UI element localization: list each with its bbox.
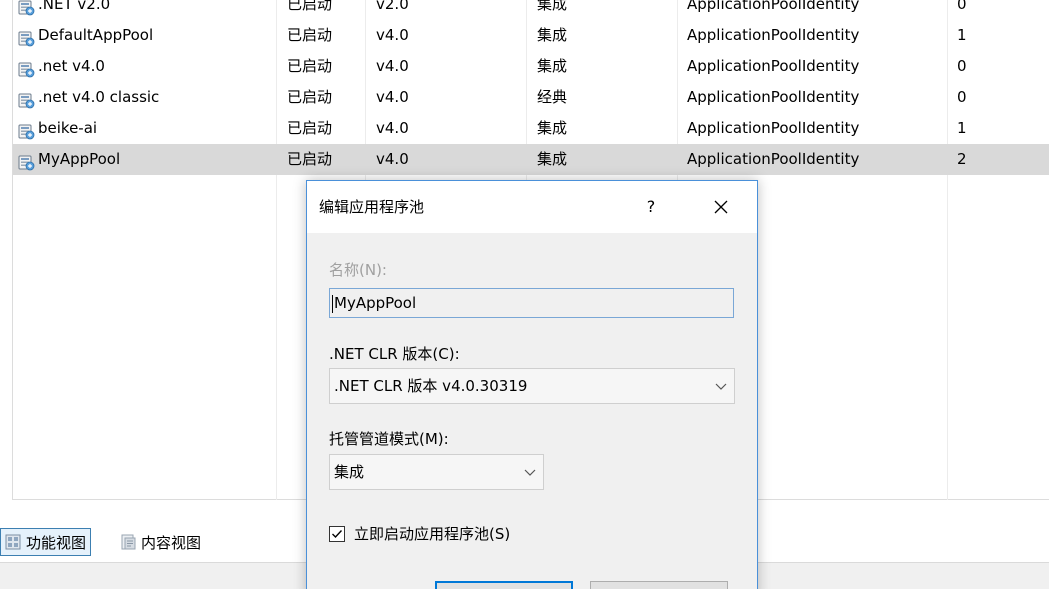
name-label: 名称(N):: [329, 261, 387, 279]
pool-identity: ApplicationPoolIdentity: [687, 150, 860, 168]
pool-name-cell: .net v4.0 classic: [17, 82, 277, 113]
pool-app-count: 2: [957, 150, 967, 168]
pool-pipeline-mode: 集成: [537, 26, 568, 44]
pool-pipeline-mode: 集成: [537, 57, 568, 75]
pool-name: MyAppPool: [38, 150, 121, 168]
pool-name-cell: MyAppPool: [17, 144, 277, 175]
pipeline-mode-value: 集成: [334, 463, 365, 481]
start-immediately-label: 立即启动应用程序池(S): [354, 525, 511, 543]
clr-version-label: .NET CLR 版本(C):: [329, 345, 460, 363]
text-caret: [332, 294, 333, 313]
table-row[interactable]: .NET v2.0 已启动 v2.0 集成 ApplicationPoolIde…: [13, 0, 1049, 20]
pool-status: 已启动: [287, 57, 333, 75]
features-view-icon: [5, 534, 21, 550]
pipeline-mode-select[interactable]: 集成: [329, 454, 544, 490]
app-pool-icon: [17, 0, 35, 15]
close-button[interactable]: [701, 191, 741, 223]
pool-pipeline-mode: 集成: [537, 119, 568, 137]
pool-name-cell: DefaultAppPool: [17, 20, 277, 51]
table-row[interactable]: .net v4.0 classic 已启动 v4.0 经典 Applicatio…: [13, 82, 1049, 113]
clr-version-select[interactable]: .NET CLR 版本 v4.0.30319: [329, 368, 735, 404]
close-icon: [714, 200, 728, 214]
table-row[interactable]: MyAppPool 已启动 v4.0 集成 ApplicationPoolIde…: [13, 144, 1049, 175]
pool-name-cell: beike-ai: [17, 113, 277, 144]
start-immediately-option[interactable]: 立即启动应用程序池(S): [329, 523, 510, 544]
pool-status: 已启动: [287, 0, 333, 13]
table-row[interactable]: beike-ai 已启动 v4.0 集成 ApplicationPoolIden…: [13, 113, 1049, 144]
pool-name-cell: .NET v2.0: [17, 0, 277, 20]
app-pool-icon: [17, 120, 35, 139]
pool-name: beike-ai: [38, 119, 98, 137]
pool-pipeline-mode: 集成: [537, 150, 568, 168]
pool-name: .net v4.0: [38, 57, 105, 75]
pool-status: 已启动: [287, 119, 333, 137]
pool-identity: ApplicationPoolIdentity: [687, 57, 860, 75]
pool-clr-version: v4.0: [376, 88, 409, 106]
name-value: MyAppPool: [334, 294, 417, 312]
pool-clr-version: v4.0: [376, 26, 409, 44]
pool-app-count: 1: [957, 119, 967, 137]
clr-version-value: .NET CLR 版本 v4.0.30319: [334, 377, 528, 395]
pool-app-count: 0: [957, 0, 967, 13]
pool-status: 已启动: [287, 26, 333, 44]
pool-status: 已启动: [287, 150, 333, 168]
table-row[interactable]: .net v4.0 已启动 v4.0 集成 ApplicationPoolIde…: [13, 51, 1049, 82]
features-view-button[interactable]: 功能视图: [0, 528, 92, 556]
cancel-button[interactable]: [590, 581, 728, 589]
app-pool-icon: [17, 27, 35, 46]
start-immediately-checkbox[interactable]: [329, 525, 345, 542]
table-row[interactable]: DefaultAppPool 已启动 v4.0 集成 ApplicationPo…: [13, 20, 1049, 51]
pool-name: .NET v2.0: [38, 0, 111, 13]
help-button[interactable]: ?: [631, 191, 671, 223]
dialog-title: 编辑应用程序池: [319, 198, 425, 216]
pool-name-cell: .net v4.0: [17, 51, 277, 82]
dialog-titlebar: 编辑应用程序池 ?: [307, 181, 757, 233]
pool-clr-version: v4.0: [376, 57, 409, 75]
pipeline-mode-label: 托管管道模式(M):: [329, 430, 449, 448]
content-view-button[interactable]: 内容视图: [116, 528, 205, 556]
app-pool-icon: [17, 58, 35, 77]
content-view-label: 内容视图: [141, 533, 202, 552]
pool-identity: ApplicationPoolIdentity: [687, 0, 860, 13]
pool-status: 已启动: [287, 88, 333, 106]
app-pool-icon: [17, 151, 35, 170]
pool-app-count: 0: [957, 88, 967, 106]
app-pool-icon: [17, 89, 35, 108]
chevron-down-icon: [715, 383, 727, 390]
pool-name: DefaultAppPool: [38, 26, 154, 44]
edit-app-pool-dialog: 编辑应用程序池 ? 名称(N): MyAppPool .NET CLR 版本(C…: [306, 180, 758, 589]
ok-button[interactable]: [435, 581, 573, 589]
pool-app-count: 0: [957, 57, 967, 75]
pool-app-count: 1: [957, 26, 967, 44]
pool-identity: ApplicationPoolIdentity: [687, 88, 860, 106]
pool-clr-version: v4.0: [376, 119, 409, 137]
pool-identity: ApplicationPoolIdentity: [687, 119, 860, 137]
pool-name: .net v4.0 classic: [38, 88, 160, 106]
pool-identity: ApplicationPoolIdentity: [687, 26, 860, 44]
pool-pipeline-mode: 经典: [537, 88, 568, 106]
name-field[interactable]: MyAppPool: [329, 288, 734, 318]
content-view-icon: [120, 534, 136, 550]
checkmark-icon: [332, 529, 343, 538]
pool-pipeline-mode: 集成: [537, 0, 568, 13]
features-view-label: 功能视图: [26, 533, 87, 552]
pool-clr-version: v4.0: [376, 150, 409, 168]
pool-clr-version: v2.0: [376, 0, 409, 13]
chevron-down-icon: [524, 469, 536, 476]
